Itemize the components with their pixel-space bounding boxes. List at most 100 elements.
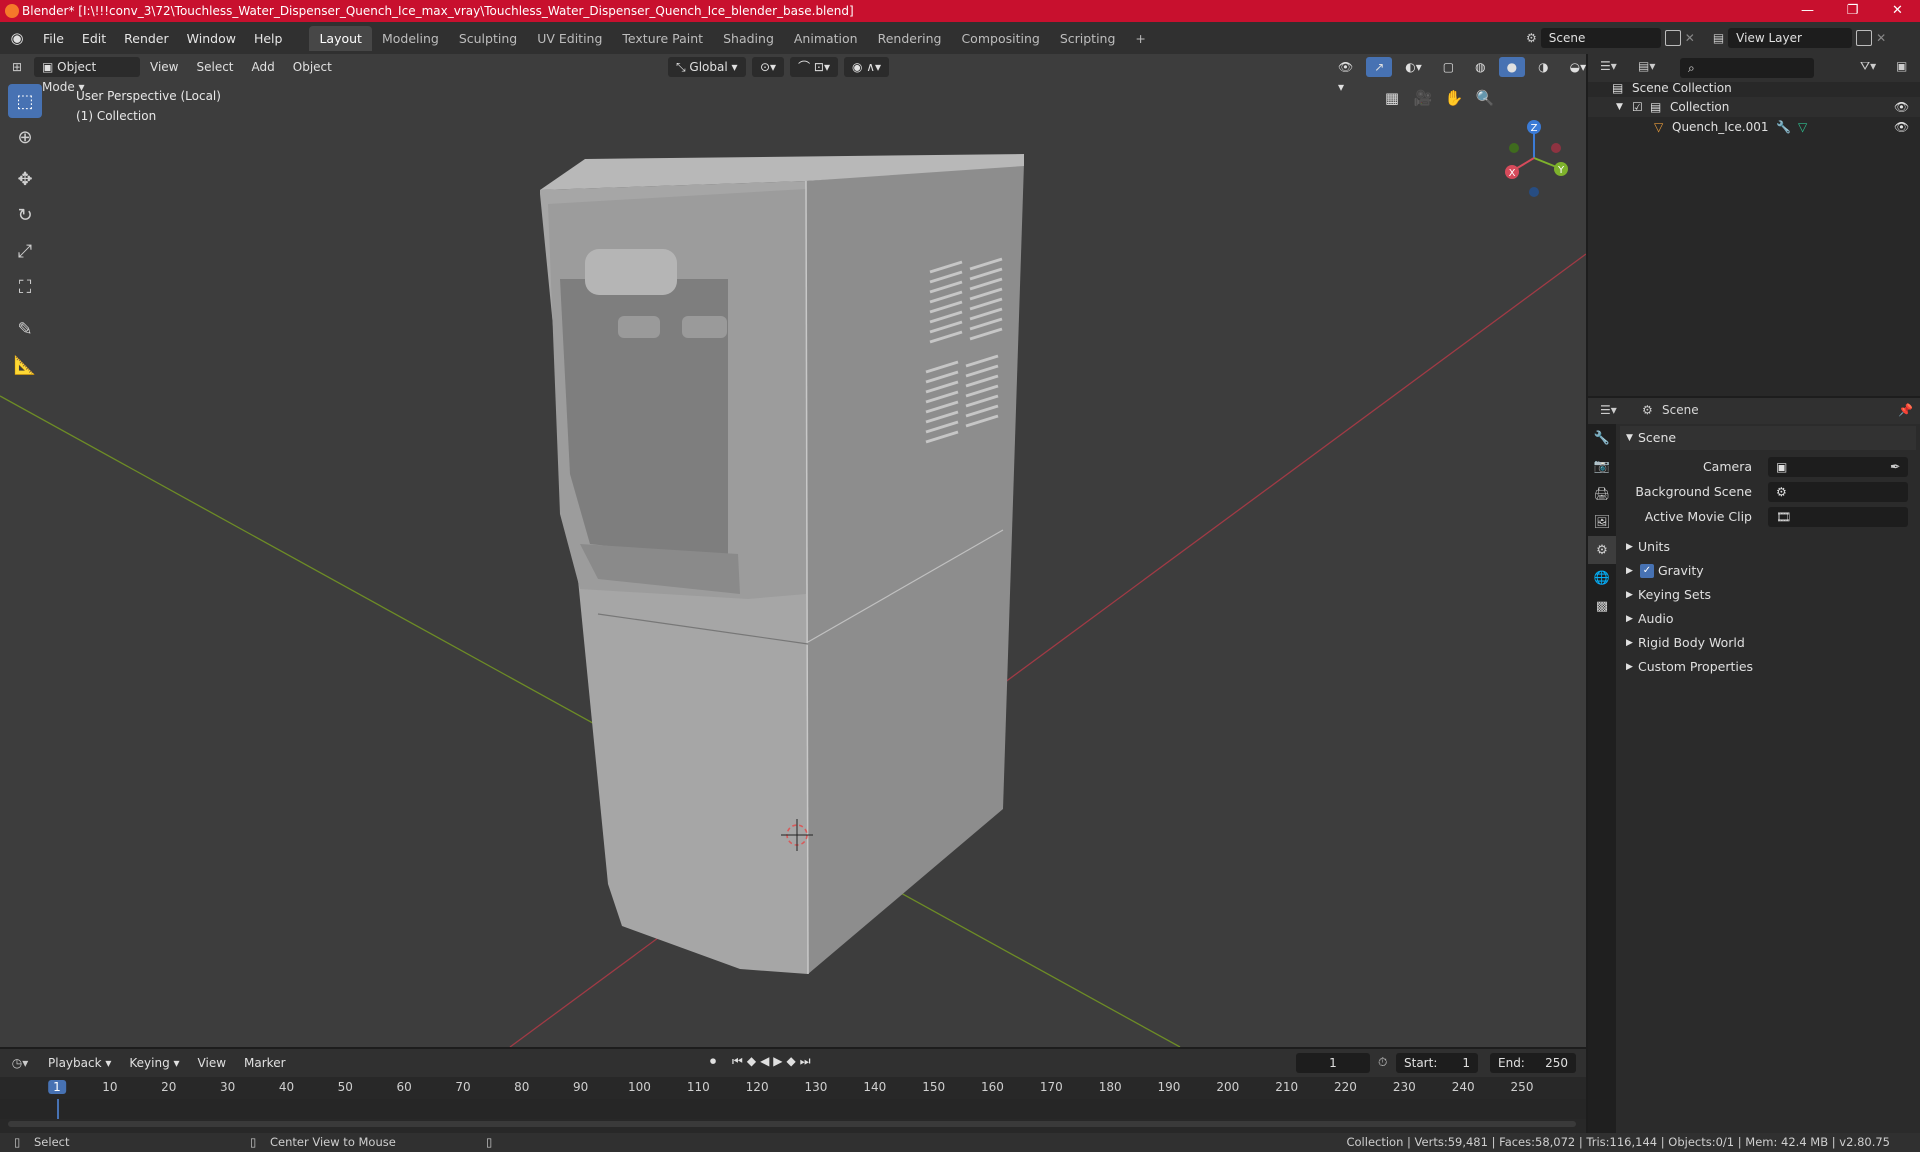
rotate-tool-icon[interactable]: ↻ <box>8 198 42 232</box>
render-tab-icon[interactable]: 📷 <box>1588 452 1616 480</box>
scene-selector[interactable]: Scene <box>1540 28 1661 48</box>
camera-field[interactable]: ▣ <box>1768 457 1908 477</box>
view-layer-selector[interactable]: View Layer <box>1728 28 1853 48</box>
tab-uv-editing[interactable]: UV Editing <box>527 26 612 51</box>
menu-render[interactable]: Render <box>115 31 178 46</box>
material-shading-icon[interactable]: ◑ <box>1530 57 1556 77</box>
collapsed-arrow-icon[interactable]: ▶ <box>1626 559 1633 583</box>
outliner-collection-row[interactable]: ▼ ☑ ▤ Collection 👁 <box>1588 97 1920 117</box>
tab-animation[interactable]: Animation <box>784 26 868 51</box>
toggle-camera-grid-icon[interactable]: ▦ <box>1378 84 1406 112</box>
marker-menu[interactable]: Marker <box>236 1053 293 1073</box>
delete-view-layer-icon[interactable]: ✕ <box>1876 31 1886 45</box>
outliner-scene-collection[interactable]: ▤ Scene Collection <box>1588 78 1920 98</box>
filter-icon[interactable]: ⛛▾ <box>1860 59 1876 74</box>
collapsed-arrow-icon[interactable]: ▶ <box>1626 583 1633 607</box>
overlay-icon[interactable]: ◐▾ <box>1397 57 1430 77</box>
scene-tab-icon[interactable]: ⚙ <box>1588 536 1616 564</box>
new-collection-icon[interactable]: ▣ <box>1896 59 1907 73</box>
menu-object[interactable]: Object <box>285 57 340 77</box>
delete-scene-icon[interactable]: ✕ <box>1685 31 1695 45</box>
modifier-wrench-icon[interactable]: 🔧 <box>1776 117 1791 137</box>
menu-select[interactable]: Select <box>188 57 241 77</box>
outliner-object-row[interactable]: ▽ Quench_Ice.001 🔧 ▽ 👁 <box>1588 117 1920 137</box>
output-tab-icon[interactable]: 🖨 <box>1588 480 1616 508</box>
tab-rendering[interactable]: Rendering <box>868 26 952 51</box>
close-button[interactable]: ✕ <box>1875 0 1920 22</box>
world-tab-icon[interactable]: 🌐 <box>1588 564 1616 592</box>
add-workspace-button[interactable]: + <box>1125 26 1155 51</box>
rigid-body-world-section[interactable]: ▶ Rigid Body World <box>1620 631 1916 655</box>
minimize-button[interactable]: — <box>1785 0 1830 22</box>
tab-layout[interactable]: Layout <box>309 25 372 51</box>
collapsed-arrow-icon[interactable]: ▶ <box>1626 535 1633 559</box>
tab-scripting[interactable]: Scripting <box>1050 26 1126 51</box>
jump-start-icon[interactable]: ⏮ <box>732 1054 743 1069</box>
tab-sculpting[interactable]: Sculpting <box>449 26 527 51</box>
scene-panel-header[interactable]: ▼ Scene <box>1620 426 1916 450</box>
play-icon[interactable]: ▶ <box>773 1054 782 1069</box>
timeline-track[interactable] <box>0 1099 1586 1119</box>
view-layer-tab-icon[interactable]: 🖼 <box>1588 508 1616 536</box>
gravity-checkbox[interactable]: ✓ <box>1640 564 1654 578</box>
proportional-editing-icon[interactable]: ◉ ∧▾ <box>843 57 890 77</box>
gravity-section[interactable]: ▶ ✓ Gravity <box>1620 559 1916 583</box>
outliner-search-input[interactable]: ⌕ <box>1680 58 1814 78</box>
display-mode-icon[interactable]: ▤▾ <box>1638 59 1655 73</box>
menu-help[interactable]: Help <box>245 31 292 46</box>
units-section[interactable]: ▶ Units <box>1620 535 1916 559</box>
tab-texture-paint[interactable]: Texture Paint <box>612 26 713 51</box>
expand-arrow-icon[interactable]: ▼ <box>1616 97 1623 117</box>
active-movie-clip-field[interactable]: 🎞 <box>1768 507 1908 527</box>
select-box-tool-icon[interactable]: ⬚ <box>8 84 42 118</box>
visibility-eye-icon[interactable]: 👁 <box>1894 97 1909 117</box>
playhead[interactable] <box>57 1099 59 1119</box>
outliner-editor-icon[interactable]: ☰▾ <box>1600 59 1617 73</box>
texture-tab-icon[interactable]: ▩ <box>1588 592 1616 620</box>
timeline-scrollbar[interactable] <box>8 1121 1576 1127</box>
tab-modeling[interactable]: Modeling <box>372 26 449 51</box>
record-icon[interactable]: ⏺ <box>710 1054 716 1069</box>
jump-end-icon[interactable]: ⏭ <box>800 1054 811 1069</box>
play-reverse-icon[interactable]: ◀ <box>760 1054 769 1069</box>
keying-sets-section[interactable]: ▶ Keying Sets <box>1620 583 1916 607</box>
properties-editor-icon[interactable]: ☰▾ <box>1600 403 1617 417</box>
pin-icon[interactable]: 📌 <box>1898 403 1913 417</box>
wireframe-shading-icon[interactable]: ◍ <box>1467 57 1493 77</box>
xray-icon[interactable]: ▢ <box>1435 57 1462 77</box>
new-scene-icon[interactable] <box>1664 30 1681 46</box>
menu-file[interactable]: File <box>34 31 73 46</box>
blender-menu-icon[interactable]: ◉ <box>0 29 34 47</box>
gizmo-toggle-icon[interactable]: ↗ <box>1366 57 1393 77</box>
timeline-view-menu[interactable]: View <box>190 1053 234 1073</box>
transform-orientation-dropdown[interactable]: ⤡ Global ▾ <box>668 57 746 77</box>
mesh-data-icon[interactable]: ▽ <box>1798 117 1807 137</box>
annotate-tool-icon[interactable]: ✎ <box>8 312 42 346</box>
collapsed-arrow-icon[interactable]: ▶ <box>1626 607 1633 631</box>
tab-shading[interactable]: Shading <box>713 26 784 51</box>
new-view-layer-icon[interactable] <box>1856 30 1873 46</box>
timeline-editor-icon[interactable]: ◷▾ <box>0 1056 40 1070</box>
end-frame-field[interactable]: End: 250 <box>1490 1053 1576 1073</box>
tool-tab-icon[interactable]: 🔧 <box>1588 424 1616 452</box>
menu-edit[interactable]: Edit <box>73 31 115 46</box>
stopwatch-icon[interactable]: ⏱ <box>1378 1055 1387 1070</box>
prev-keyframe-icon[interactable]: ◆ <box>747 1054 756 1069</box>
keying-menu[interactable]: Keying ▾ <box>121 1053 187 1073</box>
timeline-ruler[interactable]: 1 10 20 30 40 50 60 70 80 90 100 110 120 130 140 150 160… <box>0 1077 1586 1099</box>
pivot-point-icon[interactable]: ⊙▾ <box>752 57 785 77</box>
move-tool-icon[interactable]: ✥ <box>8 162 42 196</box>
transform-tool-icon[interactable]: ⛶ <box>8 270 42 304</box>
playback-menu[interactable]: Playback ▾ <box>40 1053 119 1073</box>
object-mode-dropdown[interactable]: ▣ Object Mode ▾ <box>34 57 140 94</box>
editor-type-icon[interactable]: ⊞ <box>0 60 34 74</box>
snap-icon[interactable]: ⌒ ⊡▾ <box>790 57 838 77</box>
menu-window[interactable]: Window <box>178 31 245 46</box>
current-frame-field[interactable]: 1 <box>1296 1053 1370 1073</box>
collapsed-arrow-icon[interactable]: ▶ <box>1626 631 1633 655</box>
menu-add[interactable]: Add <box>244 57 283 77</box>
visibility-icon[interactable]: 👁▾ <box>1330 57 1361 94</box>
cursor-tool-icon[interactable]: ⊕ <box>8 120 42 154</box>
3d-viewport[interactable]: Z Y X <box>0 54 1586 1047</box>
menu-view[interactable]: View <box>142 57 186 77</box>
